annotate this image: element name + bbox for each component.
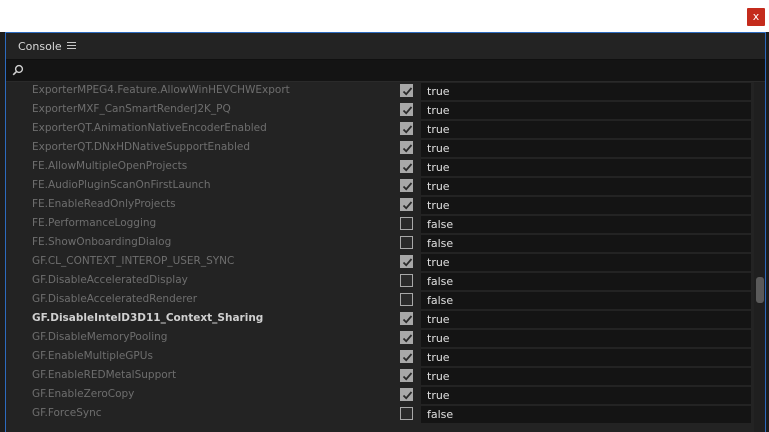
checkmark-icon bbox=[402, 334, 413, 343]
setting-name: GF.DisableMemoryPooling bbox=[32, 331, 168, 343]
checkmark-icon bbox=[402, 144, 413, 153]
checkmark-icon bbox=[402, 391, 413, 400]
setting-checkbox[interactable] bbox=[400, 84, 413, 97]
setting-checkbox[interactable] bbox=[400, 122, 413, 135]
search-input[interactable] bbox=[30, 62, 730, 78]
checkmark-icon bbox=[402, 315, 413, 324]
setting-checkbox[interactable] bbox=[400, 255, 413, 268]
setting-name: FE.ShowOnboardingDialog bbox=[32, 236, 172, 248]
panel-menu-icon[interactable] bbox=[67, 42, 76, 49]
table-row: GF.DisableAcceleratedRenderer false bbox=[6, 291, 751, 310]
table-row: GF.DisableMemoryPooling true bbox=[6, 329, 751, 348]
setting-checkbox[interactable] bbox=[400, 350, 413, 363]
setting-name: FE.EnableReadOnlyProjects bbox=[32, 198, 176, 210]
table-row: GF.DisableAcceleratedDisplay false bbox=[6, 272, 751, 291]
setting-value-field[interactable]: true bbox=[421, 83, 751, 100]
setting-value-field[interactable]: true bbox=[421, 197, 751, 214]
setting-checkbox[interactable] bbox=[400, 160, 413, 173]
setting-value-field[interactable]: true bbox=[421, 349, 751, 366]
setting-name: GF.EnableMultipleGPUs bbox=[32, 350, 153, 362]
setting-value-field[interactable]: true bbox=[421, 254, 751, 271]
settings-list: ExporterMPEG4.Feature.AllowWinHEVCHWExpo… bbox=[6, 82, 751, 432]
setting-checkbox[interactable] bbox=[400, 369, 413, 382]
table-row: GF.ForceSync false bbox=[6, 405, 751, 424]
setting-checkbox[interactable] bbox=[400, 388, 413, 401]
setting-name: ExporterQT.AnimationNativeEncoderEnabled bbox=[32, 122, 267, 134]
table-row: GF.EnableZeroCopy true bbox=[6, 386, 751, 405]
search-bar bbox=[6, 60, 765, 82]
setting-value-field[interactable]: true bbox=[421, 387, 751, 404]
setting-value-field[interactable]: true bbox=[421, 121, 751, 138]
setting-value-field[interactable]: true bbox=[421, 140, 751, 157]
checkmark-icon bbox=[402, 201, 413, 210]
table-row: ExporterMPEG4.Feature.AllowWinHEVCHWExpo… bbox=[6, 82, 751, 101]
table-row: GF.EnableREDMetalSupport true bbox=[6, 367, 751, 386]
table-row: FE.EnableReadOnlyProjects true bbox=[6, 196, 751, 215]
scrollbar-thumb[interactable] bbox=[756, 277, 764, 303]
table-row: GF.EnableMultipleGPUs true bbox=[6, 348, 751, 367]
checkmark-icon bbox=[402, 125, 413, 134]
setting-name: ExporterQT.DNxHDNativeSupportEnabled bbox=[32, 141, 250, 153]
setting-checkbox[interactable] bbox=[400, 331, 413, 344]
setting-checkbox[interactable] bbox=[400, 407, 413, 420]
vertical-scrollbar[interactable] bbox=[754, 82, 765, 432]
table-row: FE.ShowOnboardingDialog false bbox=[6, 234, 751, 253]
setting-name: FE.PerformanceLogging bbox=[32, 217, 157, 229]
setting-name: ExporterMPEG4.Feature.AllowWinHEVCHWExpo… bbox=[32, 84, 290, 96]
checkmark-icon bbox=[402, 182, 413, 191]
table-row: GF.DisableIntelD3D11_Context_Sharing true bbox=[6, 310, 751, 329]
checkmark-icon bbox=[402, 106, 413, 115]
setting-value-field[interactable]: true bbox=[421, 368, 751, 385]
setting-value-field[interactable]: true bbox=[421, 102, 751, 119]
panel-header: Console bbox=[6, 33, 765, 60]
setting-name: GF.ForceSync bbox=[32, 407, 102, 419]
setting-name: GF.EnableZeroCopy bbox=[32, 388, 135, 400]
setting-name: GF.DisableAcceleratedDisplay bbox=[32, 274, 188, 286]
setting-name: FE.AudioPluginScanOnFirstLaunch bbox=[32, 179, 211, 191]
setting-checkbox[interactable] bbox=[400, 293, 413, 306]
setting-checkbox[interactable] bbox=[400, 236, 413, 249]
table-row: ExporterQT.DNxHDNativeSupportEnabled true bbox=[6, 139, 751, 158]
search-icon bbox=[12, 64, 24, 76]
setting-value-field[interactable]: true bbox=[421, 178, 751, 195]
setting-value-field[interactable]: false bbox=[421, 292, 751, 309]
checkmark-icon bbox=[402, 258, 413, 267]
window-titlebar: x bbox=[0, 0, 769, 32]
setting-checkbox[interactable] bbox=[400, 103, 413, 116]
table-row: ExporterQT.AnimationNativeEncoderEnabled… bbox=[6, 120, 751, 139]
setting-checkbox[interactable] bbox=[400, 198, 413, 211]
setting-value-field[interactable]: false bbox=[421, 273, 751, 290]
setting-name: GF.DisableAcceleratedRenderer bbox=[32, 293, 198, 305]
setting-value-field[interactable]: true bbox=[421, 311, 751, 328]
checkmark-icon bbox=[402, 163, 413, 172]
setting-name: GF.DisableIntelD3D11_Context_Sharing bbox=[32, 312, 264, 324]
setting-value-field[interactable]: false bbox=[421, 216, 751, 233]
setting-value-field[interactable]: true bbox=[421, 159, 751, 176]
setting-name: GF.EnableREDMetalSupport bbox=[32, 369, 177, 381]
console-panel: Console ExporterMPEG4.Feature.AllowWinHE… bbox=[5, 32, 766, 432]
table-row: GF.CL_CONTEXT_INTEROP_USER_SYNC true bbox=[6, 253, 751, 272]
checkmark-icon bbox=[402, 353, 413, 362]
table-row: FE.AudioPluginScanOnFirstLaunch true bbox=[6, 177, 751, 196]
checkmark-icon bbox=[402, 372, 413, 381]
setting-checkbox[interactable] bbox=[400, 312, 413, 325]
setting-checkbox[interactable] bbox=[400, 141, 413, 154]
setting-name: ExporterMXF_CanSmartRenderJ2K_PQ bbox=[32, 103, 231, 115]
setting-checkbox[interactable] bbox=[400, 217, 413, 230]
setting-name: GF.CL_CONTEXT_INTEROP_USER_SYNC bbox=[32, 255, 235, 267]
close-button[interactable]: x bbox=[747, 8, 765, 26]
table-row: FE.PerformanceLogging false bbox=[6, 215, 751, 234]
checkmark-icon bbox=[402, 87, 413, 96]
panel-title: Console bbox=[18, 40, 62, 53]
setting-name: FE.AllowMultipleOpenProjects bbox=[32, 160, 188, 172]
table-row: ExporterMXF_CanSmartRenderJ2K_PQ true bbox=[6, 101, 751, 120]
setting-value-field[interactable]: false bbox=[421, 235, 751, 252]
setting-value-field[interactable]: false bbox=[421, 406, 751, 423]
setting-checkbox[interactable] bbox=[400, 274, 413, 287]
setting-value-field[interactable]: true bbox=[421, 330, 751, 347]
table-row: FE.AllowMultipleOpenProjects true bbox=[6, 158, 751, 177]
setting-checkbox[interactable] bbox=[400, 179, 413, 192]
